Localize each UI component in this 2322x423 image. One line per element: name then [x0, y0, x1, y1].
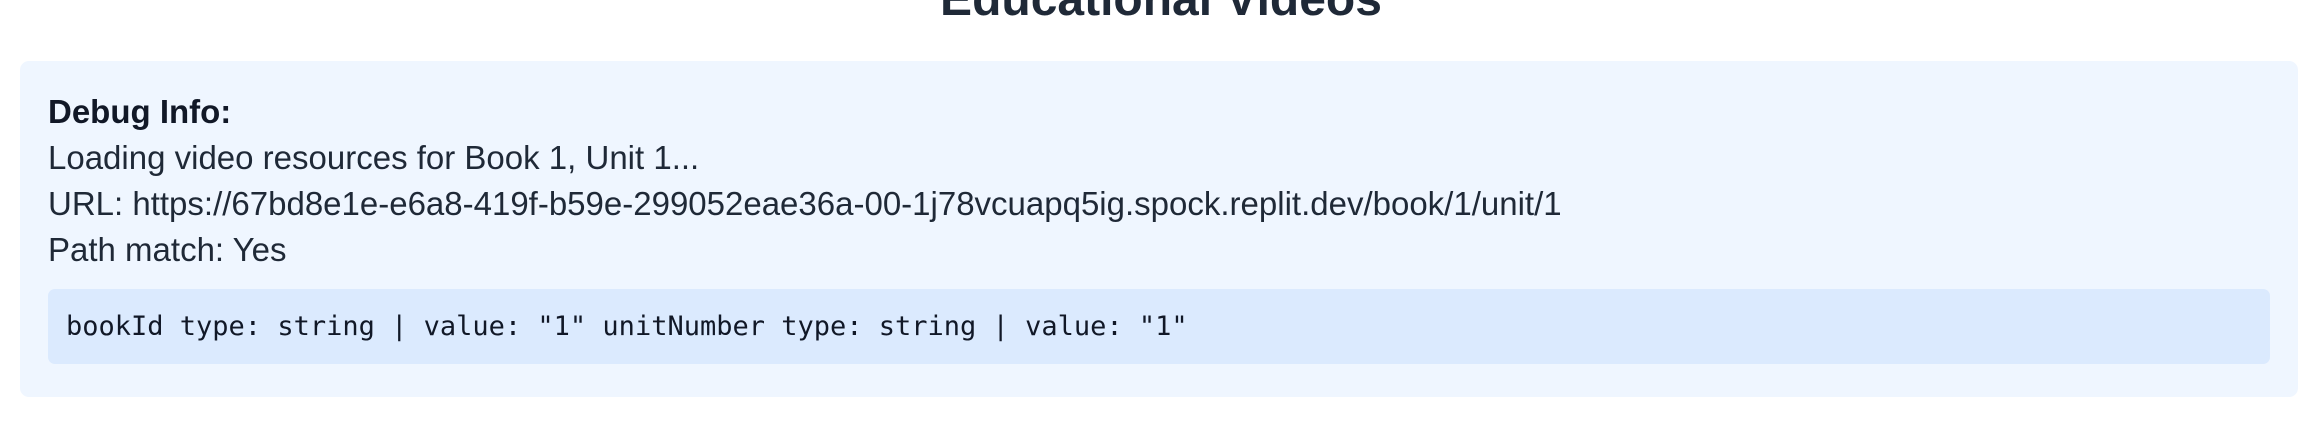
debug-code-block: bookId type: string | value: "1" unitNum…	[48, 289, 2270, 364]
url-line: URL: https://67bd8e1e-e6a8-419f-b59e-299…	[48, 185, 1562, 222]
path-match-line: Path match: Yes	[48, 231, 287, 268]
page-title: Educational Videos	[0, 0, 2322, 30]
loading-status-text: Loading video resources for Book 1, Unit…	[48, 139, 700, 176]
debug-heading: Debug Info:	[48, 93, 232, 130]
debug-info-panel: Debug Info: Loading video resources for …	[20, 61, 2298, 397]
